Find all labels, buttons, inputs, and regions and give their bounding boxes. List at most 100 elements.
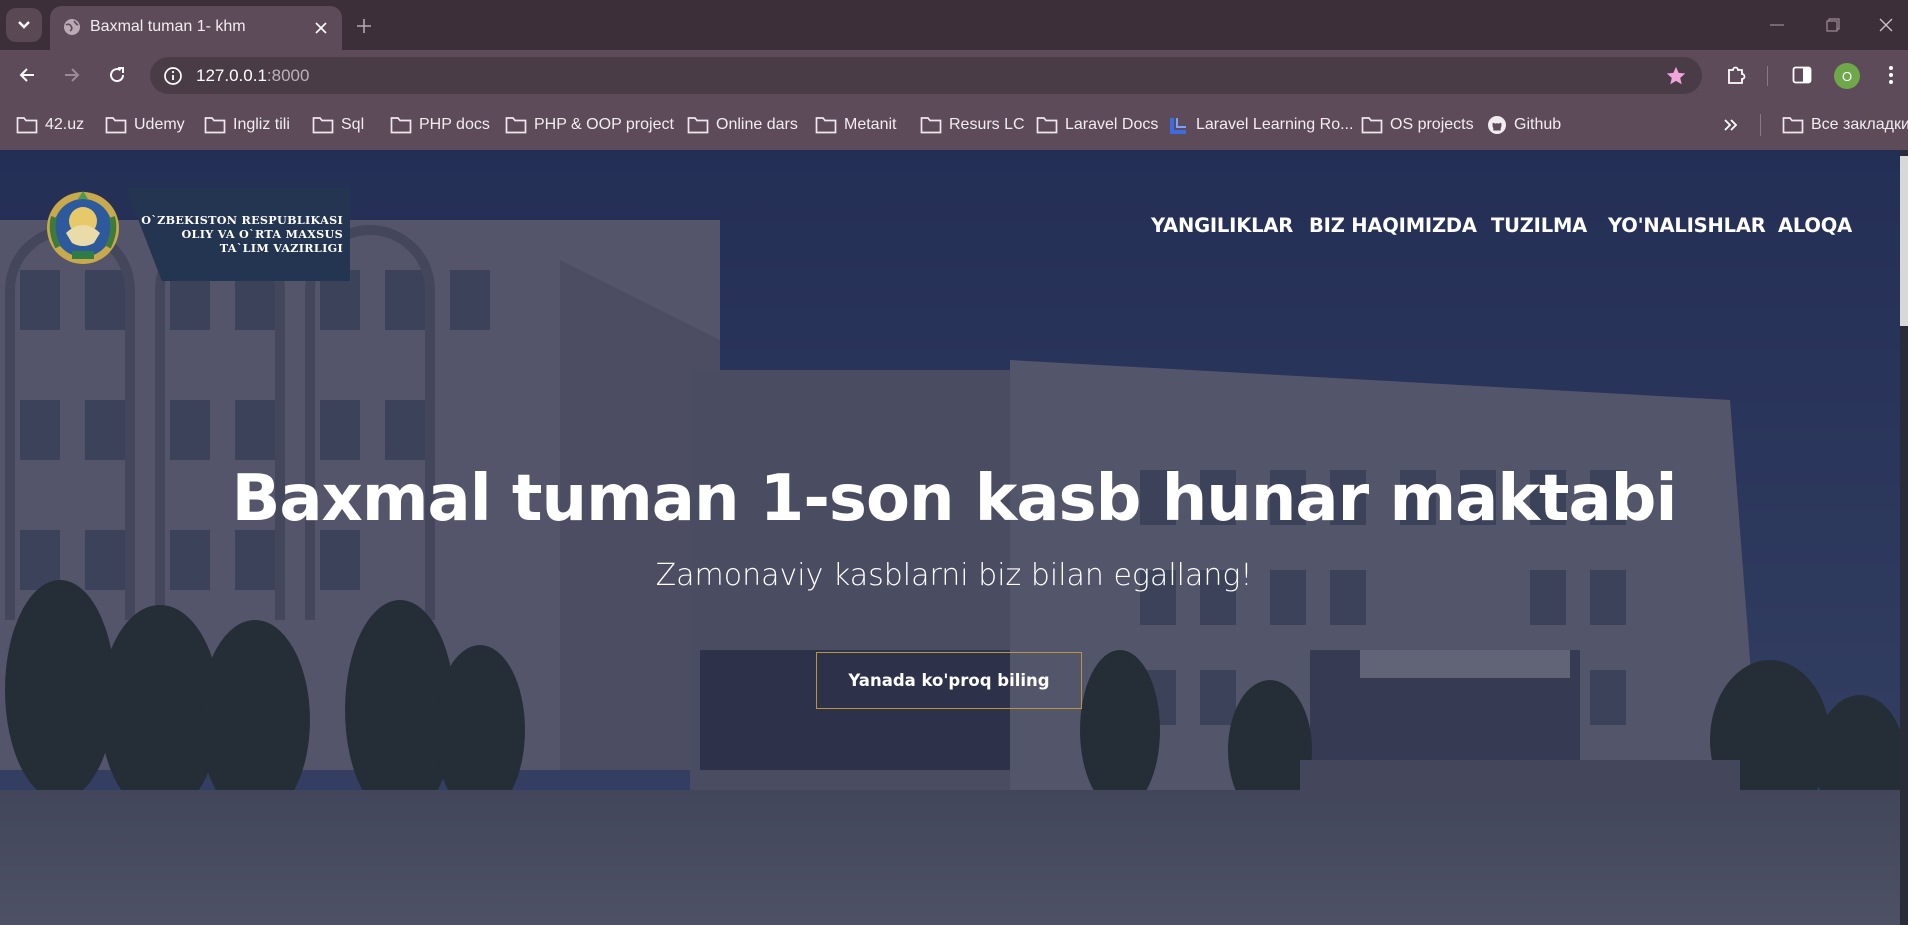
- reload-icon: [110, 67, 125, 83]
- bookmark-sql[interactable]: Sql: [312, 114, 364, 136]
- bookmark-label: Ingliz tili: [233, 116, 290, 133]
- tab-strip: Baxmal tuman 1- khm: [0, 0, 1908, 50]
- bookmark-github[interactable]: Github: [1487, 114, 1561, 136]
- arrow-left-icon: [19, 68, 34, 82]
- close-icon: [315, 22, 327, 34]
- folder-icon: [505, 117, 527, 134]
- chevron-double-right-icon: [1724, 119, 1738, 131]
- tab-title: Baxmal tuman 1- khm: [90, 18, 246, 35]
- bookmark-metanit[interactable]: Metanit: [815, 114, 896, 136]
- all-bookmarks-button[interactable]: Все закладки: [1782, 114, 1908, 136]
- puzzle-icon: [1728, 66, 1746, 84]
- bookmark-label: Github: [1514, 116, 1562, 133]
- restore-icon: [1826, 18, 1840, 32]
- url-port: :8000: [266, 66, 310, 85]
- all-bookmarks-label: Все закладки: [1811, 116, 1908, 133]
- bookmark-php-oop-project[interactable]: PHP & OOP project: [505, 114, 674, 136]
- bookmark-label: PHP & OOP project: [534, 116, 674, 133]
- reload-button[interactable]: [99, 58, 135, 92]
- laravel-icon: [1170, 118, 1186, 134]
- bookmark-php-docs[interactable]: PHP docs: [390, 114, 490, 136]
- site-info-button[interactable]: [160, 63, 186, 89]
- bookmark-label: Laravel Learning Ro...: [1196, 116, 1354, 133]
- bookmark-laravel-docs[interactable]: Laravel Docs: [1036, 114, 1158, 136]
- bookmark-label: Sql: [341, 116, 365, 133]
- side-panel-button[interactable]: [1784, 58, 1820, 92]
- folder-icon: [815, 117, 837, 134]
- close-window-button[interactable]: [1866, 10, 1906, 40]
- new-tab-button[interactable]: [350, 12, 378, 40]
- bookmark-label: PHP docs: [419, 116, 490, 133]
- bookmark-label: Online dars: [716, 116, 798, 133]
- info-icon: [164, 67, 182, 85]
- bookmark-42uz[interactable]: 42.uz: [16, 114, 84, 136]
- plus-icon: [357, 19, 371, 33]
- globe-icon: [64, 19, 80, 35]
- bookmarks-bar: 42.uz Udemy Ingliz tili Sql PHP docs PHP…: [0, 100, 1908, 150]
- state-emblem-icon: [47, 191, 119, 264]
- restore-button[interactable]: [1813, 10, 1853, 40]
- profile-avatar[interactable]: O: [1834, 63, 1860, 89]
- menu-button[interactable]: [1873, 58, 1908, 92]
- bookmark-label: 42.uz: [45, 116, 85, 133]
- close-tab-button[interactable]: [308, 15, 334, 41]
- nav-link-biz-haqimizda[interactable]: BIZ HAQIMIZDA: [1309, 214, 1477, 240]
- hero-subtitle: Zamonaviy kasblarni biz bilan egallang!: [655, 558, 1253, 593]
- folder-icon: [16, 117, 38, 134]
- forward-button[interactable]: [54, 58, 90, 92]
- bookmark-label: Resurs LC: [949, 116, 1025, 133]
- nav-link-aloqa[interactable]: ALOQA: [1778, 214, 1852, 240]
- ministry-name: O`ZBEKISTON RESPUBLIKASI OLIY VA O`RTA M…: [136, 213, 343, 255]
- folder-icon: [1782, 117, 1804, 134]
- nav-link-yonalishlar[interactable]: YO'NALISHLAR: [1608, 214, 1766, 240]
- bookmark-resurs-lc[interactable]: Resurs LC: [920, 114, 1025, 136]
- bookmark-label: Laravel Docs: [1065, 116, 1159, 133]
- ministry-name-line-3: TA`LIM VAZIRLIGI: [219, 241, 343, 255]
- chevron-down-icon: [18, 21, 30, 29]
- ministry-name-line-1: O`ZBEKISTON RESPUBLIKASI: [141, 213, 343, 227]
- back-button[interactable]: [9, 58, 45, 92]
- ministry-name-line-2: OLIY VA O`RTA MAXSUS: [181, 227, 343, 241]
- learn-more-button[interactable]: Yanada ko'proq biling: [816, 652, 1082, 709]
- bookmark-label: Udemy: [134, 116, 185, 133]
- url-text[interactable]: 127.0.0.1:8000: [196, 66, 309, 86]
- folder-icon: [204, 117, 226, 134]
- browser-toolbar: 127.0.0.1:8000 O: [0, 50, 1908, 100]
- extensions-button[interactable]: [1718, 58, 1754, 92]
- active-tab[interactable]: Baxmal tuman 1- khm: [50, 6, 342, 50]
- github-icon: [1488, 116, 1506, 134]
- folder-icon: [1361, 117, 1383, 134]
- nav-link-tuzilma[interactable]: TUZILMA: [1491, 214, 1587, 240]
- bookmark-label: Metanit: [844, 116, 897, 133]
- web-page: O`ZBEKISTON RESPUBLIKASI OLIY VA O`RTA M…: [0, 150, 1908, 925]
- arrow-right-icon: [65, 68, 80, 82]
- toolbar-divider: [1767, 66, 1768, 86]
- kebab-menu-icon: [1889, 66, 1893, 84]
- bookmark-star-button[interactable]: [1662, 62, 1690, 90]
- side-panel-icon: [1792, 66, 1812, 84]
- star-icon: [1666, 66, 1686, 85]
- bookmark-udemy[interactable]: Udemy: [105, 114, 185, 136]
- folder-icon: [105, 117, 127, 134]
- hero-title: Baxmal tuman 1-son kasb hunar maktabi: [231, 462, 1678, 536]
- bookmark-label: OS projects: [1390, 116, 1474, 133]
- tab-search-button[interactable]: [6, 8, 42, 42]
- bookmark-laravel-learning[interactable]: Laravel Learning Ro...: [1169, 114, 1353, 136]
- folder-icon: [920, 117, 942, 134]
- bookmark-ingliz-tili[interactable]: Ingliz tili: [204, 114, 290, 136]
- scrollbar-thumb[interactable]: [1900, 156, 1908, 326]
- address-bar[interactable]: 127.0.0.1:8000: [150, 57, 1702, 94]
- folder-icon: [1036, 117, 1058, 134]
- minimize-button[interactable]: [1757, 10, 1797, 40]
- url-host: 127.0.0.1: [196, 66, 267, 85]
- nav-link-yangiliklar[interactable]: YANGILIKLAR: [1151, 214, 1293, 240]
- folder-icon: [390, 117, 412, 134]
- bookmark-online-dars[interactable]: Online dars: [687, 114, 798, 136]
- folder-icon: [687, 117, 709, 134]
- bookmark-os-projects[interactable]: OS projects: [1361, 114, 1474, 136]
- bookmarks-divider: [1760, 114, 1761, 136]
- folder-icon: [312, 117, 334, 134]
- more-bookmarks-button[interactable]: [1723, 114, 1739, 136]
- close-icon: [1879, 18, 1893, 32]
- minimize-icon: [1770, 24, 1784, 26]
